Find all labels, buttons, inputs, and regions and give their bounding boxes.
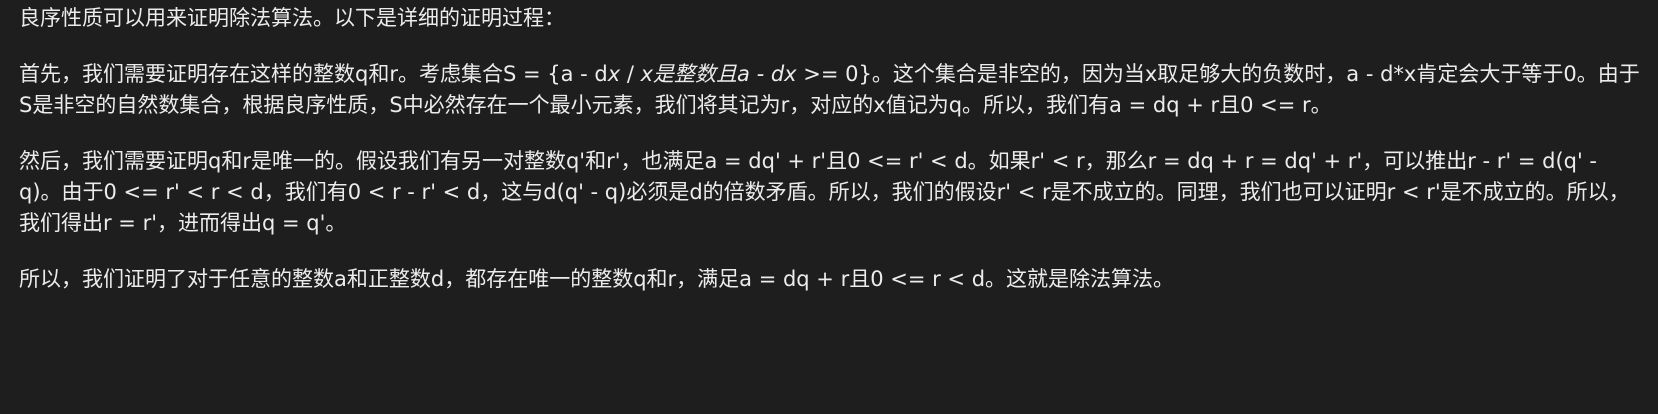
conclusion-paragraph: 所以，我们证明了对于任意的整数a和正整数d，都存在唯一的整数q和r，满足a = … [19, 267, 1175, 291]
intro-paragraph: 良序性质可以用来证明除法算法。以下是详细的证明过程： [19, 6, 565, 30]
proof-document: 良序性质可以用来证明除法算法。以下是详细的证明过程： 首先，我们需要证明存在这样… [19, 3, 1641, 295]
existence-text-2: / [620, 62, 641, 86]
existence-italic-x: x [607, 62, 621, 86]
existence-italic-condition: x是整数且a - dx [640, 62, 797, 86]
existence-paragraph: 首先，我们需要证明存在这样的整数q和r。考虑集合S = {a - dx / x是… [19, 59, 1641, 121]
existence-text-1: 首先，我们需要证明存在这样的整数q和r。考虑集合S = {a - d [19, 62, 608, 86]
uniqueness-paragraph: 然后，我们需要证明q和r是唯一的。假设我们有另一对整数q'和r'，也满足a = … [19, 149, 1630, 235]
